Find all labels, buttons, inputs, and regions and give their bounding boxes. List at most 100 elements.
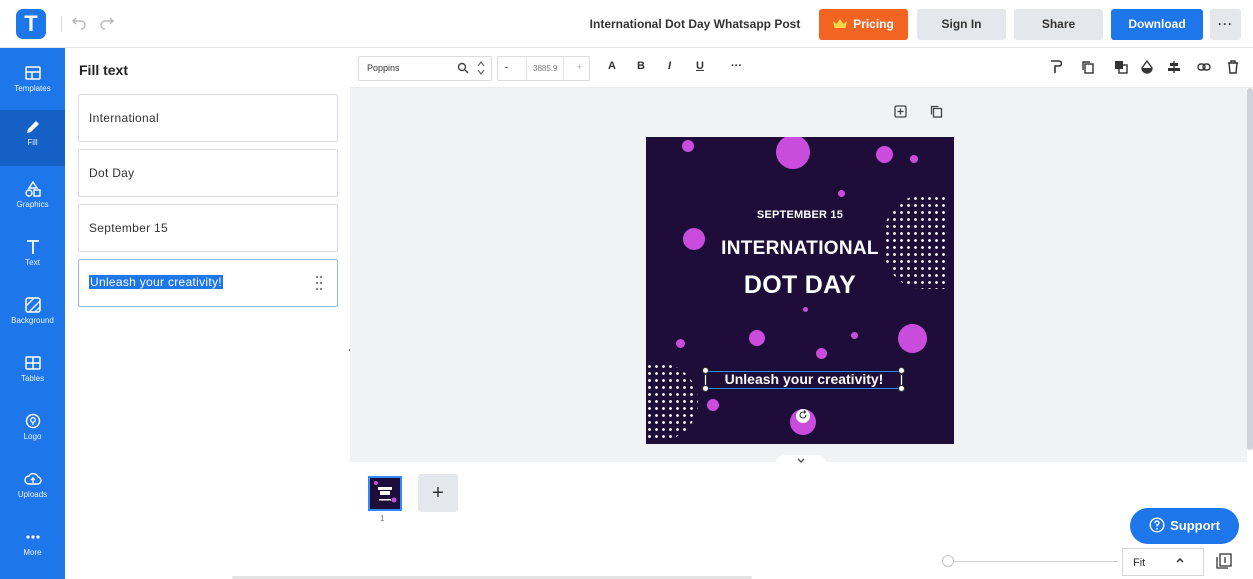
sidebar-item-label: Logo (23, 432, 42, 441)
app-logo[interactable]: T (16, 9, 46, 39)
sidebar-item-more[interactable]: More (0, 520, 65, 572)
resize-handle[interactable] (702, 367, 709, 374)
sidebar-item-label: Text (25, 258, 40, 267)
shapes-icon (24, 180, 41, 197)
font-color-button[interactable]: A (608, 60, 616, 72)
more-options-button[interactable]: ··· (1210, 9, 1241, 40)
zoom-value: Fit (1133, 557, 1146, 569)
design-title-line1[interactable]: INTERNATIONAL (646, 238, 954, 260)
fill-field-date[interactable]: September 15 (78, 204, 338, 252)
thumbnail-preview (374, 481, 397, 503)
format-painter-icon[interactable] (1048, 60, 1063, 74)
editor-app: T International Dot Day Whatsapp Post Pr… (0, 0, 1253, 579)
font-name: Poppins (367, 63, 400, 73)
increase-size-button[interactable]: + (577, 62, 582, 72)
fill-field-tagline[interactable]: Unleash your creativity! (78, 259, 338, 307)
sidebar-item-logo[interactable]: Logo (0, 404, 65, 456)
design-title-line2[interactable]: DOT DAY (646, 271, 954, 300)
help-circle-icon (1149, 517, 1165, 533)
decor-dot (707, 399, 719, 411)
page-thumbnail[interactable] (368, 476, 402, 511)
page-list-icon[interactable] (1215, 553, 1233, 571)
panel-title: Fill text (79, 62, 129, 78)
text-toolbar: Poppins - 3885.9 + A B I U ··· (350, 48, 1253, 88)
sidebar-item-background[interactable]: Background (0, 288, 65, 340)
pencil-icon (26, 121, 39, 133)
bold-button[interactable]: B (637, 60, 645, 72)
add-page-button[interactable]: + (418, 474, 458, 512)
sidebar-item-fill[interactable]: Fill (0, 110, 65, 166)
decrease-size-button[interactable]: - (505, 62, 508, 72)
fill-field-value: Dot Day (89, 166, 135, 180)
dot-pattern (646, 363, 698, 441)
decor-dot (803, 307, 808, 312)
zoom-select[interactable]: Fit (1122, 548, 1204, 576)
sidebar-item-templates[interactable]: Templates (0, 56, 65, 108)
italic-button[interactable]: I (668, 60, 671, 72)
crown-icon (833, 19, 848, 28)
top-bar: T International Dot Day Whatsapp Post Pr… (0, 0, 1253, 48)
search-icon[interactable] (457, 62, 469, 74)
templates-icon (24, 66, 41, 80)
fill-field-dot-day[interactable]: Dot Day (78, 149, 338, 197)
signin-button[interactable]: Sign In (917, 9, 1006, 40)
design-tagline-text[interactable]: Unleash your creativity! (706, 371, 902, 389)
expand-pages-button[interactable] (775, 455, 827, 467)
resize-handle[interactable] (702, 385, 709, 392)
design-canvas[interactable]: SEPTEMBER 15 INTERNATIONAL DOT DAY Unlea… (646, 137, 954, 444)
chevron-down-icon (797, 458, 805, 463)
undo-icon[interactable] (70, 14, 88, 32)
sidebar-item-uploads[interactable]: Uploads (0, 462, 65, 514)
drag-handle-icon[interactable] (315, 274, 323, 292)
decor-dot (838, 190, 845, 197)
sidebar-item-label: Uploads (17, 490, 48, 499)
sidebar: Templates Fill Graphics Text Background … (0, 48, 65, 579)
font-size-value[interactable]: 3885.9 (526, 57, 565, 80)
decor-dot (816, 348, 827, 359)
link-icon[interactable] (1197, 60, 1211, 74)
sidebar-item-label: Fill (27, 138, 38, 147)
design-date-text[interactable]: SEPTEMBER 15 (646, 209, 954, 221)
add-element-icon[interactable] (893, 105, 907, 119)
sidebar-item-tables[interactable]: Tables (0, 346, 65, 398)
sidebar-item-label: Graphics (16, 200, 49, 209)
decor-dot (851, 332, 858, 339)
spinner-arrows-icon[interactable] (477, 60, 485, 76)
zoom-slider-knob[interactable] (942, 555, 954, 567)
duplicate-icon[interactable] (1081, 60, 1095, 74)
resize-handle[interactable] (898, 367, 905, 374)
download-button[interactable]: Download (1111, 9, 1203, 40)
logo-icon (25, 413, 40, 429)
sidebar-item-text[interactable]: Text (0, 230, 65, 282)
fill-panel: Fill text International Dot Day Septembe… (65, 48, 350, 579)
font-family-select[interactable]: Poppins (358, 56, 492, 81)
fill-field-international[interactable]: International (78, 94, 338, 142)
fill-field-value: Unleash your creativity! (89, 275, 223, 289)
pricing-button[interactable]: Pricing (819, 9, 908, 40)
redo-icon[interactable] (98, 14, 116, 32)
decor-dot (676, 339, 685, 348)
share-button[interactable]: Share (1014, 9, 1103, 40)
more-text-options-button[interactable]: ··· (731, 60, 742, 72)
underline-button[interactable]: U (696, 60, 704, 72)
vertical-scrollbar[interactable] (1247, 88, 1253, 450)
support-label: Support (1170, 518, 1220, 533)
sidebar-item-graphics[interactable]: Graphics (0, 172, 65, 224)
font-size-control: - 3885.9 + (497, 56, 590, 81)
opacity-icon[interactable] (1140, 59, 1154, 74)
sidebar-item-label: Tables (20, 374, 45, 383)
decor-dot (776, 137, 810, 169)
zoom-slider[interactable] (948, 561, 1118, 562)
more-icon (25, 535, 40, 539)
rotate-handle-icon[interactable] (796, 409, 810, 423)
support-button[interactable]: Support (1130, 508, 1239, 544)
duplicate-page-icon[interactable] (929, 105, 943, 119)
align-icon[interactable] (1167, 60, 1181, 74)
document-title[interactable]: International Dot Day Whatsapp Post (560, 0, 830, 48)
sidebar-item-label: More (23, 548, 42, 557)
resize-handle[interactable] (898, 385, 905, 392)
text-icon (26, 240, 39, 254)
trash-icon[interactable] (1226, 60, 1240, 74)
chevron-up-icon (1176, 557, 1184, 563)
layer-order-icon[interactable] (1114, 60, 1128, 74)
